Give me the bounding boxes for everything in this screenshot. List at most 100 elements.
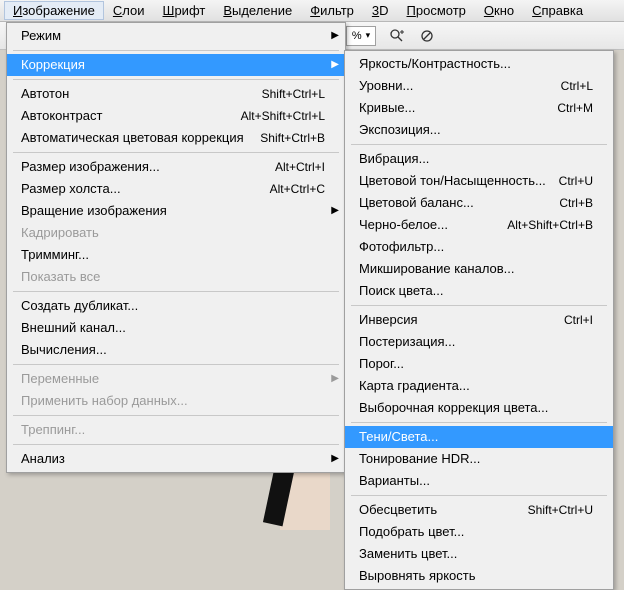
menu-item-shortcut: Ctrl+B (559, 195, 593, 211)
menu-item-shortcut: Alt+Ctrl+C (270, 181, 325, 197)
menu-item[interactable]: Подобрать цвет... (345, 521, 613, 543)
menu-item[interactable]: Размер изображения...Alt+Ctrl+I (7, 156, 345, 178)
menubar-item-просмотр[interactable]: Просмотр (398, 1, 475, 20)
menubar-item-изображение[interactable]: Изображение (4, 1, 104, 20)
menu-item-label: Кадрировать (21, 225, 99, 241)
menu-item[interactable]: Поиск цвета... (345, 280, 613, 302)
menu-item[interactable]: Цветовой тон/Насыщенность... Ctrl+U (345, 170, 613, 192)
menu-separator (13, 50, 339, 51)
menu-item[interactable]: Создать дубликат... (7, 295, 345, 317)
menu-item-label: Поиск цвета... (359, 283, 444, 299)
menu-item-label: Тримминг... (21, 247, 89, 263)
menu-item[interactable]: Черно-белое...Alt+Shift+Ctrl+B (345, 214, 613, 236)
menu-item-label: Уровни... (359, 78, 413, 94)
menu-item[interactable]: Экспозиция... (345, 119, 613, 141)
menu-item[interactable]: Порог... (345, 353, 613, 375)
menu-separator (13, 79, 339, 80)
menu-item-label: Режим (21, 28, 61, 44)
menu-item[interactable]: Яркость/Контрастность... (345, 53, 613, 75)
menu-item[interactable]: Вращение изображения▶ (7, 200, 345, 222)
menu-item[interactable]: Коррекция▶ (7, 54, 345, 76)
menu-item-label: Тонирование HDR... (359, 451, 480, 467)
menu-item-shortcut: Shift+Ctrl+L (262, 86, 325, 102)
menu-item[interactable]: Микширование каналов... (345, 258, 613, 280)
menu-item-shortcut: Ctrl+I (564, 312, 593, 328)
menu-item-shortcut: Ctrl+M (557, 100, 593, 116)
menu-item-label: Цветовой баланс... (359, 195, 474, 211)
menu-item[interactable]: Автоконтраст Alt+Shift+Ctrl+L (7, 105, 345, 127)
menu-item-label: Черно-белое... (359, 217, 448, 233)
tool-icon-2[interactable] (416, 26, 438, 46)
menu-item: Применить набор данных... (7, 390, 345, 412)
menu-item-label: Внешний канал... (21, 320, 126, 336)
menubar-item-выделение[interactable]: Выделение (214, 1, 301, 20)
menu-item-label: Переменные (21, 371, 99, 387)
image-menu-dropdown: Режим▶Коррекция▶АвтотонShift+Ctrl+LАвток… (6, 22, 346, 473)
menu-item[interactable]: АвтотонShift+Ctrl+L (7, 83, 345, 105)
menu-item[interactable]: Карта градиента... (345, 375, 613, 397)
tool-icon-1[interactable] (386, 26, 408, 46)
menu-item[interactable]: Фотофильтр... (345, 236, 613, 258)
menu-item[interactable]: Вычисления... (7, 339, 345, 361)
zoom-percent-box[interactable]: % ▾ (346, 26, 376, 46)
menu-item-label: Выровнять яркость (359, 568, 476, 584)
menu-item[interactable]: Цветовой баланс... Ctrl+B (345, 192, 613, 214)
menubar-item-фильтр[interactable]: Фильтр (301, 1, 363, 20)
menu-item[interactable]: Выровнять яркость (345, 565, 613, 587)
correction-submenu: Яркость/Контрастность...Уровни...Ctrl+LК… (344, 50, 614, 590)
menu-item[interactable]: Выборочная коррекция цвета... (345, 397, 613, 419)
menubar-item-окно[interactable]: Окно (475, 1, 523, 20)
submenu-arrow-icon: ▶ (331, 57, 339, 73)
menu-item-shortcut: Ctrl+U (559, 173, 593, 189)
menu-item-label: Фотофильтр... (359, 239, 444, 255)
menu-item-label: Треппинг... (21, 422, 85, 438)
menu-item[interactable]: Внешний канал... (7, 317, 345, 339)
menu-item[interactable]: Тримминг... (7, 244, 345, 266)
menu-item-label: Яркость/Контрастность... (359, 56, 511, 72)
menu-item[interactable]: Тонирование HDR... (345, 448, 613, 470)
menu-separator (13, 291, 339, 292)
menu-item[interactable]: Режим▶ (7, 25, 345, 47)
menu-item-label: Автоконтраст (21, 108, 102, 124)
menu-item-shortcut: Alt+Shift+Ctrl+L (241, 108, 325, 124)
menu-item-label: Автоматическая цветовая коррекция (21, 130, 244, 146)
menubar-item-слои[interactable]: Слои (104, 1, 154, 20)
menubar: ИзображениеСлоиШрифтВыделениеФильтр3DПро… (0, 0, 624, 22)
menu-separator (13, 364, 339, 365)
menu-item[interactable]: Тени/Света... (345, 426, 613, 448)
menu-item[interactable]: ОбесцветитьShift+Ctrl+U (345, 499, 613, 521)
menu-item: Кадрировать (7, 222, 345, 244)
menu-item[interactable]: Размер холста... Alt+Ctrl+C (7, 178, 345, 200)
menu-item-label: Заменить цвет... (359, 546, 457, 562)
menu-item-label: Анализ (21, 451, 65, 467)
submenu-arrow-icon: ▶ (331, 203, 339, 219)
menubar-item-справка[interactable]: Справка (523, 1, 592, 20)
menu-item[interactable]: Варианты... (345, 470, 613, 492)
menu-item[interactable]: Вибрация... (345, 148, 613, 170)
menu-item-label: Подобрать цвет... (359, 524, 464, 540)
menubar-item-3d[interactable]: 3D (363, 1, 398, 20)
menu-item-label: Цветовой тон/Насыщенность... (359, 173, 546, 189)
menu-separator (351, 144, 607, 145)
menu-item-label: Карта градиента... (359, 378, 470, 394)
menu-item[interactable]: Уровни...Ctrl+L (345, 75, 613, 97)
menu-item-label: Тени/Света... (359, 429, 438, 445)
menu-item[interactable]: Заменить цвет... (345, 543, 613, 565)
menu-item-label: Вибрация... (359, 151, 429, 167)
menubar-item-шрифт[interactable]: Шрифт (154, 1, 215, 20)
chevron-down-icon: ▾ (366, 30, 371, 41)
menu-item[interactable]: Анализ▶ (7, 448, 345, 470)
menu-separator (13, 415, 339, 416)
menu-item-label: Микширование каналов... (359, 261, 515, 277)
zoom-percent-label: % (352, 30, 362, 42)
menu-item[interactable]: Автоматическая цветовая коррекцияShift+C… (7, 127, 345, 149)
menu-separator (351, 305, 607, 306)
menu-item-label: Выборочная коррекция цвета... (359, 400, 548, 416)
menu-item[interactable]: Кривые...Ctrl+M (345, 97, 613, 119)
menu-item[interactable]: Постеризация... (345, 331, 613, 353)
menu-item-label: Размер холста... (21, 181, 121, 197)
menu-item[interactable]: ИнверсияCtrl+I (345, 309, 613, 331)
menu-item-label: Порог... (359, 356, 404, 372)
menu-item-label: Применить набор данных... (21, 393, 188, 409)
menu-item-label: Размер изображения... (21, 159, 160, 175)
